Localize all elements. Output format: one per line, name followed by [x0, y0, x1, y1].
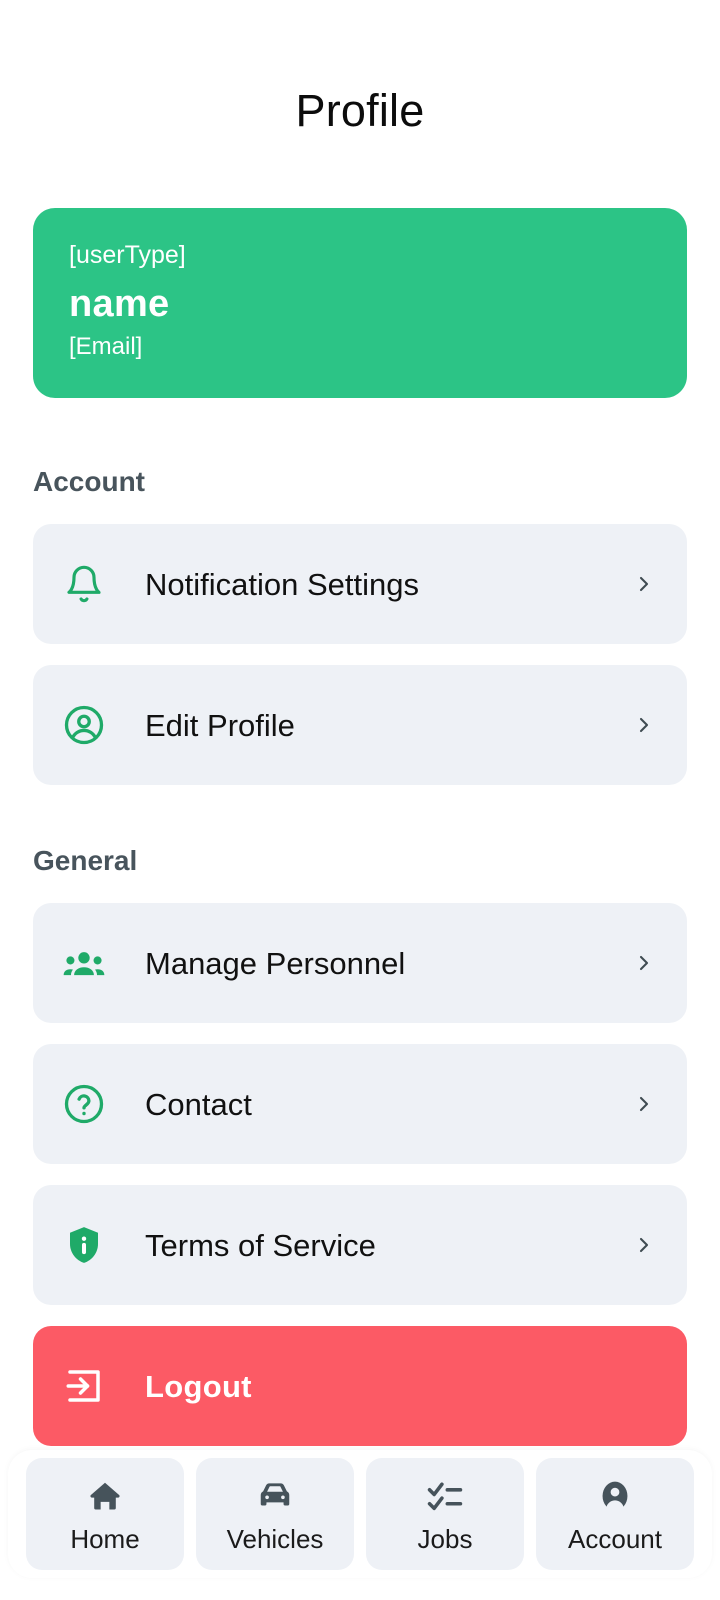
shield-info-icon: [61, 1222, 107, 1268]
section-header-account: Account: [33, 466, 145, 497]
question-circle-icon: [61, 1081, 107, 1127]
row-contact[interactable]: Contact: [33, 1044, 687, 1164]
bell-icon: [61, 561, 107, 607]
home-icon: [85, 1476, 125, 1516]
row-label: Edit Profile: [145, 707, 295, 743]
user-circle-icon: [61, 702, 107, 748]
nav-item-vehicles[interactable]: Vehicles: [196, 1458, 354, 1570]
page-title: Profile: [295, 85, 425, 136]
profile-screen: Profile [userType] name [Email] Account …: [0, 0, 720, 1600]
nav-label: Home: [70, 1524, 140, 1554]
account-list: Notification Settings Edit Profile: [33, 524, 687, 785]
chevron-right-icon: [631, 943, 657, 983]
profile-email: [Email]: [69, 333, 143, 361]
person-icon: [595, 1476, 635, 1516]
logout-button[interactable]: Logout: [33, 1326, 687, 1446]
logout-label: Logout: [145, 1368, 252, 1404]
row-terms-of-service[interactable]: Terms of Service: [33, 1185, 687, 1305]
row-notification-settings[interactable]: Notification Settings: [33, 524, 687, 644]
row-label: Terms of Service: [145, 1227, 376, 1263]
row-label: Manage Personnel: [145, 945, 406, 981]
nav-label: Vehicles: [226, 1524, 324, 1554]
section-header-general: General: [33, 845, 138, 876]
chevron-right-icon: [631, 1084, 657, 1124]
nav-item-account[interactable]: Account: [536, 1458, 694, 1570]
logout-icon: [61, 1363, 107, 1409]
row-edit-profile[interactable]: Edit Profile: [33, 665, 687, 785]
nav-item-jobs[interactable]: Jobs: [366, 1458, 524, 1570]
bottom-navigation-bar: Home Vehicles Jobs Account: [8, 1450, 712, 1578]
people-group-icon: [61, 940, 107, 986]
general-list: Manage Personnel Contact Terms of Servic…: [33, 903, 687, 1305]
row-manage-personnel[interactable]: Manage Personnel: [33, 903, 687, 1023]
chevron-right-icon: [631, 564, 657, 604]
nav-label: Account: [568, 1524, 662, 1554]
chevron-right-icon: [631, 1225, 657, 1265]
car-icon: [255, 1476, 295, 1516]
chevron-right-icon: [631, 705, 657, 745]
row-label: Contact: [145, 1086, 252, 1122]
profile-name: name: [69, 282, 170, 325]
nav-label: Jobs: [417, 1524, 473, 1554]
row-label: Notification Settings: [145, 566, 419, 602]
nav-item-home[interactable]: Home: [26, 1458, 184, 1570]
profile-user-type: [userType]: [69, 241, 186, 269]
profile-summary-card: [userType] name [Email]: [33, 208, 687, 398]
checklist-icon: [425, 1476, 465, 1516]
